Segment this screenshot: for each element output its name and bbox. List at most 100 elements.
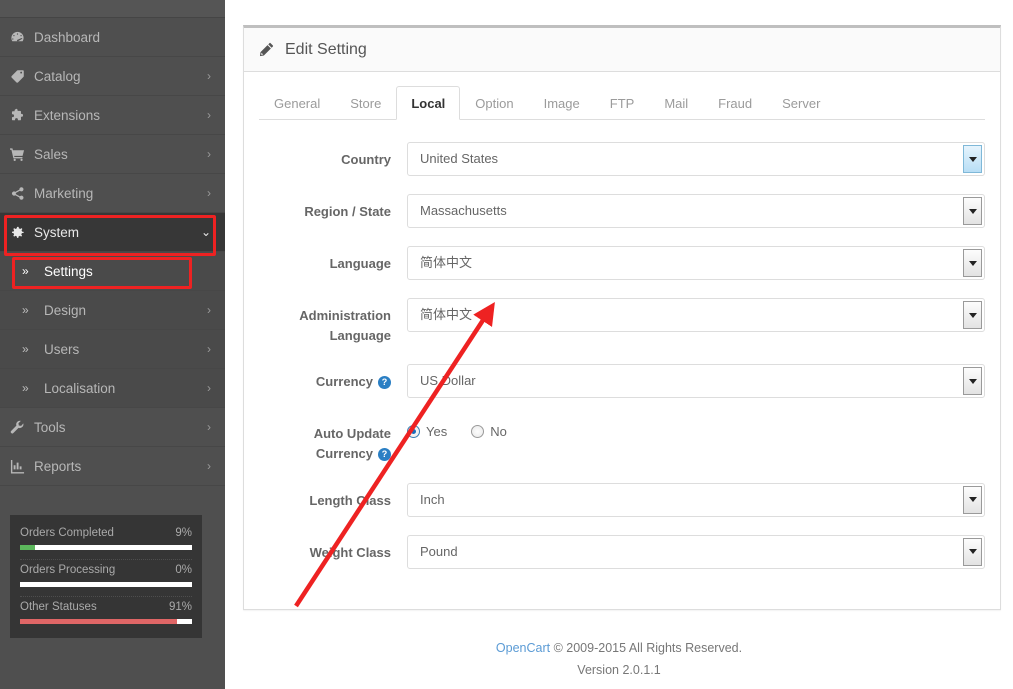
- chevrons-right-icon: »: [22, 381, 29, 395]
- select-value: Inch: [420, 491, 445, 507]
- sidebar-subitem-label: Settings: [44, 263, 93, 279]
- chevron-down-icon[interactable]: [963, 301, 982, 329]
- content-area: Edit Setting General Store Local Option Imag…: [225, 0, 1013, 689]
- stat-label: Other Statuses: [20, 601, 97, 613]
- chevron-down-icon[interactable]: [963, 145, 982, 173]
- radio-option-yes[interactable]: Yes: [407, 424, 447, 439]
- chevron-right-icon: ›: [207, 459, 211, 473]
- chevron-down-icon[interactable]: [963, 197, 982, 225]
- select-value: 简体中文: [420, 255, 473, 270]
- tab-local[interactable]: Local: [396, 86, 461, 120]
- stat-head: Other Statuses 91%: [20, 601, 192, 613]
- label-administration-language: Administration Language: [259, 298, 407, 346]
- sidebar-subitem-users[interactable]: » Users ›: [0, 330, 225, 369]
- progress-track: [20, 545, 192, 550]
- control-wrap-weight-class: Pound: [407, 534, 985, 569]
- radio-indicator[interactable]: [471, 425, 485, 439]
- form-row-weight-class: Weight Class Pound: [259, 534, 985, 569]
- control-wrap-currency: US Dollar: [407, 364, 985, 399]
- stat-row: Orders Processing 0%: [20, 560, 192, 597]
- sidebar-item-extensions[interactable]: Extensions ›: [0, 96, 225, 135]
- chevron-right-icon: ›: [207, 186, 211, 200]
- sidebar-item-marketing[interactable]: Marketing ›: [0, 174, 225, 213]
- form-row-language: Language 简体中文: [259, 246, 985, 280]
- label-text: Weight Class: [309, 544, 391, 560]
- stat-percent: 0%: [175, 564, 192, 576]
- panel-title-text: Edit Setting: [285, 40, 367, 58]
- progress-fill: [20, 545, 36, 550]
- sidebar-item-system[interactable]: System ⌄: [0, 213, 225, 252]
- stat-percent: 9%: [175, 527, 192, 539]
- page-title: Edit Setting: [259, 41, 367, 59]
- chevrons-right-icon: »: [22, 303, 29, 317]
- puzzle-icon: [10, 108, 34, 123]
- select-value: United States: [420, 151, 499, 166]
- chevrons-right-icon: »: [22, 342, 29, 356]
- share-icon: [10, 186, 34, 201]
- tab-fraud[interactable]: Fraud: [703, 86, 767, 120]
- label-text: Language: [329, 256, 391, 271]
- chevron-down-icon[interactable]: [963, 367, 982, 396]
- select-currency[interactable]: US Dollar: [407, 364, 985, 399]
- select-weight-class[interactable]: Pound: [407, 534, 985, 569]
- chevron-down-icon[interactable]: [963, 537, 982, 566]
- dashboard-icon: [10, 30, 34, 45]
- select-value: Massachusetts: [420, 203, 507, 218]
- settings-tabs: General Store Local Option Image FTP Mail Fraud…: [259, 85, 985, 120]
- radio-indicator[interactable]: [407, 425, 420, 439]
- help-icon[interactable]: ?: [378, 448, 391, 462]
- tab-option[interactable]: Option: [460, 86, 528, 120]
- progress-track: [20, 619, 192, 624]
- local-settings-form: Country United States Region / State Massac…: [259, 120, 985, 569]
- sidebar-item-sales[interactable]: Sales ›: [0, 135, 225, 174]
- select-value: Pound: [420, 543, 458, 559]
- sidebar-item-catalog[interactable]: Catalog ›: [0, 57, 225, 96]
- gear-icon: [10, 225, 34, 240]
- sidebar-subitem-settings[interactable]: » Settings: [0, 252, 225, 291]
- footer: OpenCart © 2009-2015 All Rights Reserved…: [225, 638, 1013, 682]
- sidebar-item-reports[interactable]: Reports ›: [0, 447, 225, 486]
- cart-icon: [10, 147, 34, 162]
- chevron-right-icon: ›: [207, 342, 211, 356]
- chevron-right-icon: ›: [207, 108, 211, 122]
- chevron-down-icon[interactable]: [963, 485, 982, 514]
- sidebar-item-label: Dashboard: [34, 29, 101, 45]
- help-icon[interactable]: ?: [378, 376, 391, 390]
- select-administration-language[interactable]: 简体中文: [407, 298, 985, 332]
- select-length-class[interactable]: Inch: [407, 482, 985, 517]
- order-status-stats: Orders Completed 9% Orders Processing 0% Oth…: [10, 515, 202, 638]
- tab-server[interactable]: Server: [767, 86, 835, 120]
- footer-copyright: © 2009-2015 All Rights Reserved.: [553, 641, 743, 655]
- chevron-down-icon[interactable]: [963, 249, 982, 277]
- select-value: US Dollar: [420, 373, 476, 389]
- sidebar: Dashboard Catalog › Extensions › Sales › Market…: [0, 0, 225, 689]
- form-row-administration-language: Administration Language 简体中文: [259, 298, 985, 346]
- sidebar-subitem-label: Users: [44, 341, 80, 357]
- select-value: 简体中文: [420, 307, 473, 322]
- form-row-length-class: Length Class Inch: [259, 482, 985, 517]
- tab-mail[interactable]: Mail: [649, 86, 703, 120]
- sidebar-item-dashboard[interactable]: Dashboard: [0, 18, 225, 57]
- select-region-state[interactable]: Massachusetts: [407, 194, 985, 228]
- tab-image[interactable]: Image: [529, 86, 595, 120]
- pencil-icon: [259, 42, 274, 57]
- opencart-link[interactable]: OpenCart: [496, 641, 550, 655]
- tab-store[interactable]: Store: [335, 86, 396, 120]
- tab-general[interactable]: General: [259, 86, 335, 120]
- panel-heading: Edit Setting: [244, 28, 1000, 72]
- select-language[interactable]: 简体中文: [407, 246, 985, 280]
- form-row-country: Country United States: [259, 142, 985, 176]
- label-currency: Currency?: [259, 364, 407, 392]
- sidebar-subitem-localisation[interactable]: » Localisation ›: [0, 369, 225, 408]
- panel-body: General Store Local Option Image FTP Mail Fraud…: [244, 72, 1000, 609]
- sidebar-subitem-design[interactable]: » Design ›: [0, 291, 225, 330]
- tab-ftp[interactable]: FTP: [595, 86, 650, 120]
- radio-option-no[interactable]: No: [471, 424, 507, 439]
- sidebar-item-label: Sales: [34, 146, 68, 162]
- label-language: Language: [259, 246, 407, 274]
- radio-group-auto-update-currency: Yes No: [407, 416, 985, 439]
- sidebar-item-tools[interactable]: Tools ›: [0, 408, 225, 447]
- select-country[interactable]: United States: [407, 142, 985, 176]
- label-text: Currency: [315, 374, 373, 390]
- label-weight-class: Weight Class: [259, 535, 407, 563]
